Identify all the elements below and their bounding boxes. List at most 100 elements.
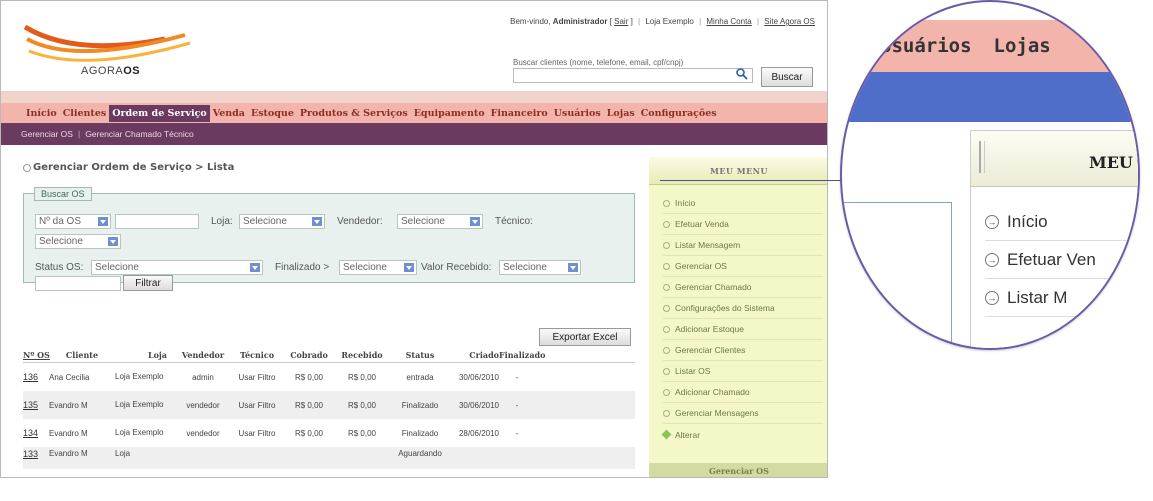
loja-label: Loja: xyxy=(211,216,233,227)
col-loja: Loja xyxy=(147,349,167,360)
cell-recebido: R$ 0,00 xyxy=(347,400,377,410)
nav-equipamento[interactable]: Equipamento xyxy=(411,105,488,122)
filter-title: Buscar OS xyxy=(34,187,92,201)
col-tecnico: Técnico xyxy=(239,349,275,360)
menu-item-adicionar-chamado[interactable]: Adicionar Chamado xyxy=(663,382,823,403)
cell-loja: Loja Exemplo xyxy=(115,400,164,409)
table-row: 133 Evandro M Loja Aguardando xyxy=(23,447,635,469)
filter-button[interactable]: Filtrar xyxy=(123,275,173,291)
nav-financeiro[interactable]: Financeiro xyxy=(488,105,551,122)
table-row: 135 Evandro M Loja Exemplo vendedor Usar… xyxy=(23,391,635,419)
menu-alterar-link[interactable]: Alterar xyxy=(661,424,823,445)
col-vendedor: Vendedor xyxy=(181,349,225,360)
os-number-input[interactable] xyxy=(115,214,199,229)
nav-venda[interactable]: Venda xyxy=(210,105,248,122)
app-window: AGORAOS Bem-vindo, Administrador [ Sair … xyxy=(0,0,828,478)
magnified-tab-edge xyxy=(979,141,985,173)
menu-item-efetuar-venda[interactable]: Efetuar Venda xyxy=(663,214,823,235)
col-cliente: Cliente xyxy=(65,349,99,360)
arrow-circle-icon: → xyxy=(985,252,999,267)
top-user-links: Bem-vindo, Administrador [ Sair ] | Loja… xyxy=(510,17,815,26)
magnified-nav: Usuários Lojas xyxy=(842,20,1138,72)
arrow-circle-icon xyxy=(663,304,670,312)
finalizado-select[interactable]: Selecione xyxy=(339,260,417,275)
os-link[interactable]: 135 xyxy=(23,400,49,410)
collapse-icon[interactable] xyxy=(23,164,31,172)
cell-cliente: Ana Cecilia xyxy=(49,372,90,382)
chevron-down-icon xyxy=(568,263,578,272)
subnav-gerenciar-chamado[interactable]: Gerenciar Chamado Técnico xyxy=(85,129,194,139)
nav-ordem-de-servico[interactable]: Ordem de Serviço xyxy=(109,104,210,122)
cell-status: Aguardando xyxy=(398,449,442,458)
logout-link[interactable]: Sair xyxy=(614,17,628,26)
nav-lojas[interactable]: Lojas xyxy=(604,105,638,122)
col-status: Status xyxy=(405,349,435,360)
loja-select[interactable]: Selecione xyxy=(239,214,325,229)
search-input[interactable] xyxy=(513,68,753,83)
cell-cliente: Evandro M xyxy=(49,428,88,438)
magnified-item-listar: → Listar M xyxy=(985,279,1138,317)
export-excel-button[interactable]: Exportar Excel xyxy=(539,328,631,346)
nav-usuarios[interactable]: Usuários xyxy=(551,105,604,122)
site-link[interactable]: Site Agora OS xyxy=(764,17,815,26)
cell-criado: 30/06/2010 xyxy=(458,400,499,410)
os-link[interactable]: 134 xyxy=(23,428,49,438)
nav-estoque[interactable]: Estoque xyxy=(248,105,297,122)
col-recebido: Recebido xyxy=(341,349,383,360)
nav-inicio[interactable]: Início xyxy=(23,105,60,122)
menu-item-gerenciar-os[interactable]: Gerenciar OS xyxy=(663,256,823,277)
sub-nav: Gerenciar OS | Gerenciar Chamado Técnico xyxy=(1,123,827,145)
tecnico-select[interactable]: Selecione xyxy=(35,234,121,249)
tecnico-label: Técnico: xyxy=(495,216,533,227)
chevron-down-icon xyxy=(312,217,322,226)
chevron-down-icon xyxy=(98,217,108,226)
arrow-circle-icon: → xyxy=(985,290,999,305)
cell-finalizado: - xyxy=(515,372,519,382)
cell-status: entrada xyxy=(406,372,434,382)
finalizado-label: Finalizado > xyxy=(275,262,330,273)
arrow-circle-icon xyxy=(663,388,670,396)
nav-clientes[interactable]: Clientes xyxy=(60,105,110,122)
valor-recebido-label: Valor Recebido: xyxy=(421,262,492,273)
valor-input[interactable] xyxy=(35,276,121,291)
arrow-circle-icon xyxy=(663,283,670,291)
arrow-circle-icon xyxy=(663,220,670,228)
nav-produtos-servicos[interactable]: Produtos & Serviços xyxy=(297,105,411,122)
menu-item-listar-mensagem[interactable]: Listar Mensagem xyxy=(663,235,823,256)
welcome-text: Bem-vindo, xyxy=(510,17,553,26)
menu-item-gerenciar-clientes[interactable]: Gerenciar Clientes xyxy=(663,340,823,361)
user-name: Administrador xyxy=(552,17,608,26)
nav-band xyxy=(1,91,827,103)
menu-item-gerenciar-chamado[interactable]: Gerenciar Chamado xyxy=(663,277,823,298)
os-link[interactable]: 136 xyxy=(23,372,49,382)
search-icon[interactable] xyxy=(735,67,749,81)
table-row: 134 Evandro M Loja Exemplo vendedor Usar… xyxy=(23,419,635,447)
cell-finalizado: - xyxy=(515,428,519,438)
menu-item-gerenciar-mensagens[interactable]: Gerenciar Mensagens xyxy=(663,403,823,424)
cell-criado: 30/06/2010 xyxy=(458,372,499,382)
my-account-link[interactable]: Minha Conta xyxy=(706,17,751,26)
arrow-circle-icon xyxy=(663,199,670,207)
nav-configuracoes[interactable]: Configurações xyxy=(638,105,720,122)
store-name: Loja Exemplo xyxy=(645,17,694,26)
col-os[interactable]: Nº OS xyxy=(23,350,50,360)
magnified-item-inicio: → Início xyxy=(985,203,1138,241)
search-button[interactable]: Buscar xyxy=(761,67,813,87)
menu-item-configuracoes-sistema[interactable]: Configurações do Sistema xyxy=(663,298,823,319)
menu-item-adicionar-estoque[interactable]: Adicionar Estoque xyxy=(663,319,823,340)
menu-item-inicio[interactable]: Início xyxy=(663,193,823,214)
search-label: Buscar clientes (nome, telefone, email, … xyxy=(513,58,684,67)
cell-vendedor: vendedor xyxy=(186,400,220,410)
os-field-select[interactable]: Nº da OS xyxy=(35,214,111,229)
vendedor-select[interactable]: Selecione xyxy=(397,214,483,229)
table-row: 136 Ana Cecilia Loja Exemplo admin Usar … xyxy=(23,363,635,391)
valor-recebido-select[interactable]: Selecione xyxy=(499,260,581,275)
menu-item-listar-os[interactable]: Listar OS xyxy=(663,361,823,382)
cell-loja: Loja Exemplo xyxy=(115,372,164,381)
status-select[interactable]: Selecione xyxy=(91,260,263,275)
magnifier-callout: Usuários Lojas MEU → Início → Efetuar Ven … xyxy=(840,0,1140,350)
magnified-nav-lojas: Lojas xyxy=(993,35,1051,57)
subnav-gerenciar-os[interactable]: Gerenciar OS xyxy=(21,129,73,139)
os-link[interactable]: 133 xyxy=(23,449,49,459)
chevron-down-icon xyxy=(470,217,480,226)
